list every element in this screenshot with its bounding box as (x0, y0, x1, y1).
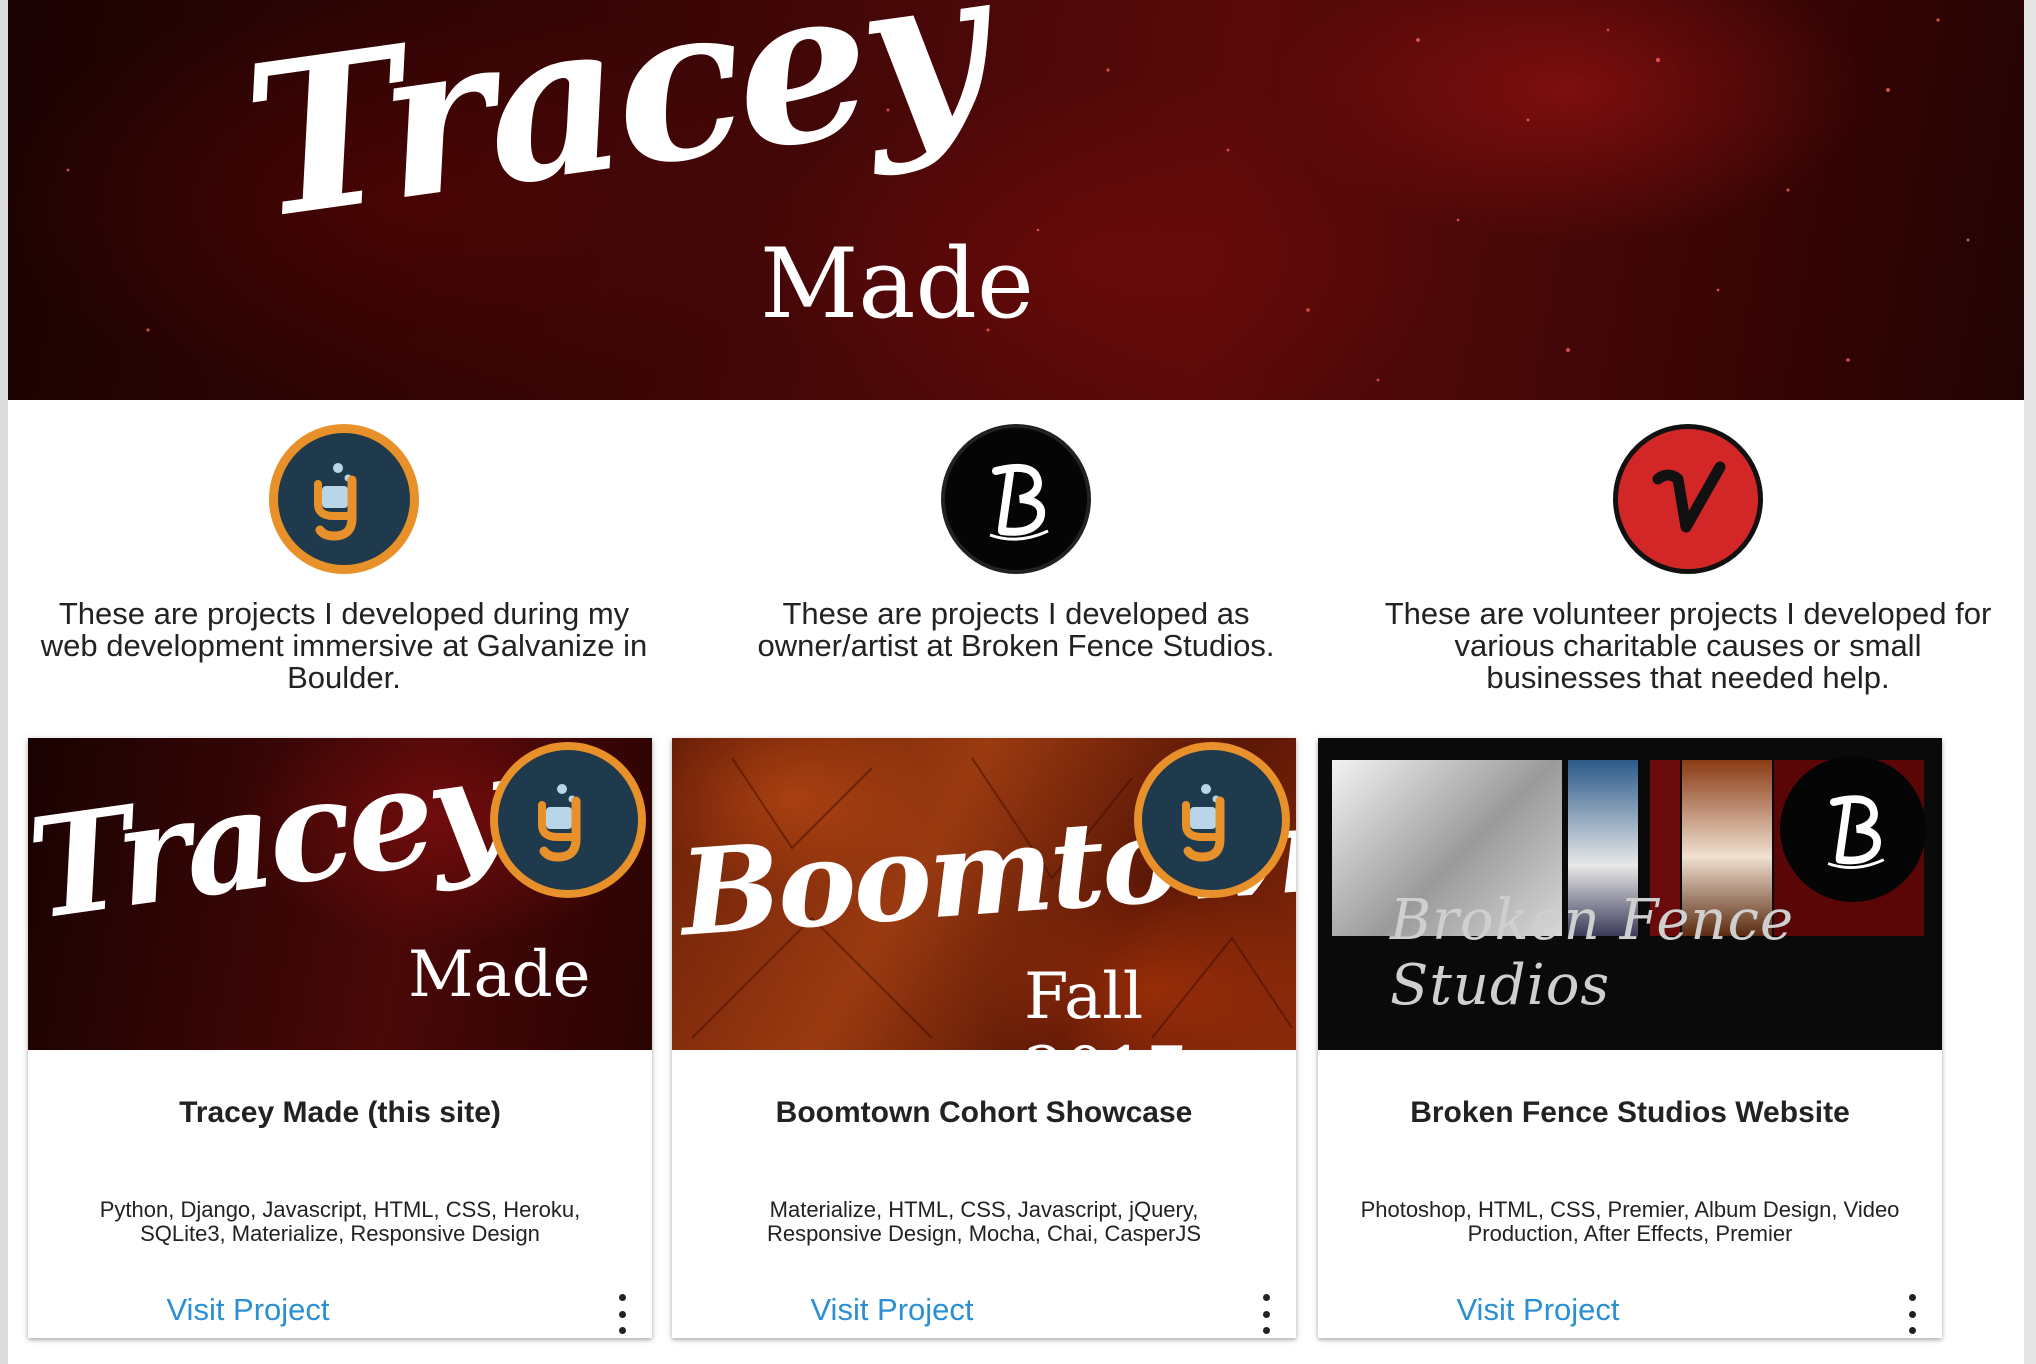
visit-project-link[interactable]: Visit Project (138, 1292, 358, 1328)
intro-galvanize: These are projects I developed during my… (34, 424, 654, 694)
intro-text-volunteer: These are volunteer projects I developed… (1384, 596, 1992, 695)
project-card-broken-fence: Broken Fence Studios Broken Fence Studio… (1318, 738, 1942, 1338)
project-card-boomtown: Boomtown Fall 2017 Boomtown Cohort Showc… (672, 738, 1296, 1338)
project-thumbnail[interactable]: Boomtown Fall 2017 (672, 738, 1296, 1050)
broken-fence-b-icon (1780, 756, 1926, 902)
card-tech-tags: Python, Django, Javascript, HTML, CSS, H… (99, 1197, 581, 1246)
thumbnail-logo-text: Tracey (28, 738, 515, 951)
galvanize-g-icon (269, 424, 419, 574)
more-vert-icon[interactable] (612, 1294, 632, 1334)
project-thumbnail[interactable]: Broken Fence Studios (1318, 738, 1942, 1050)
project-card-tracey-made: Tracey Made Tracey Made (this site) Pyth… (28, 738, 652, 1338)
broken-fence-b-icon (941, 424, 1091, 574)
scrollbar-track[interactable] (2024, 0, 2036, 1364)
more-vert-icon[interactable] (1256, 1294, 1276, 1334)
header-banner: Tracey Made (8, 0, 2024, 400)
intro-text-broken-fence: These are projects I developed as owner/… (757, 596, 1275, 663)
intro-broken-fence: These are projects I developed as owner/… (706, 424, 1326, 662)
card-tech-tags: Photoshop, HTML, CSS, Premier, Album Des… (1360, 1197, 1900, 1246)
galvanize-g-icon (490, 742, 646, 898)
project-thumbnail[interactable]: Tracey Made (28, 738, 652, 1050)
card-title: Broken Fence Studios Website (1410, 1096, 1850, 1129)
thumbnail-sub-text: Made (408, 938, 591, 1012)
more-vert-icon[interactable] (1902, 1294, 1922, 1334)
thumbnail-logo-text: Broken Fence Studios (1390, 888, 1795, 1018)
card-title: Tracey Made (this site) (179, 1096, 501, 1129)
volunteer-v-icon (1613, 424, 1763, 574)
visit-project-link[interactable]: Visit Project (1428, 1292, 1648, 1328)
window-edge-left (0, 0, 8, 1364)
logo-made-text: Made (760, 228, 1034, 340)
galvanize-g-icon (1134, 742, 1290, 898)
visit-project-link[interactable]: Visit Project (782, 1292, 1002, 1328)
card-tech-tags: Materialize, HTML, CSS, Javascript, jQue… (766, 1197, 1202, 1246)
intro-text-galvanize: These are projects I developed during my… (40, 596, 648, 695)
intro-volunteer: These are volunteer projects I developed… (1378, 424, 1998, 694)
card-title: Boomtown Cohort Showcase (775, 1096, 1193, 1129)
thumbnail-sub-text: Fall 2017 (1024, 960, 1187, 1050)
